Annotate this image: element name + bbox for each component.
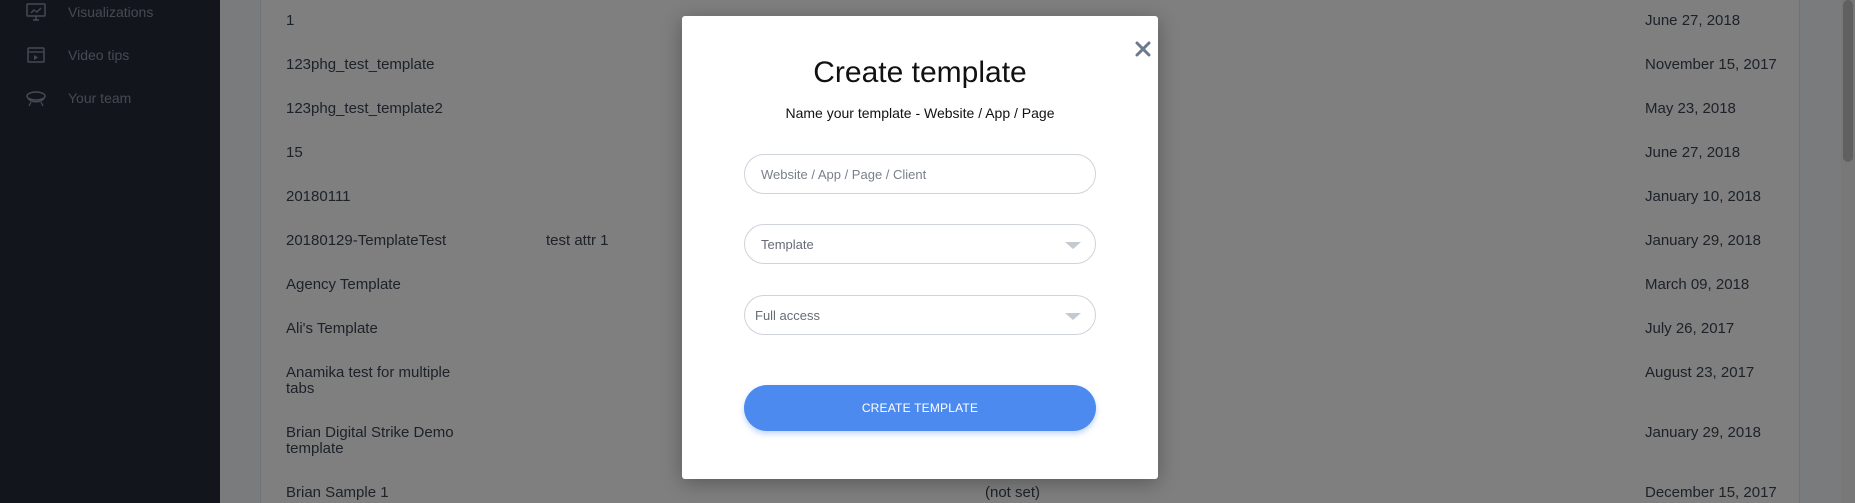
chevron-down-icon	[1063, 238, 1083, 252]
access-select-value: Full access	[755, 307, 821, 323]
modal-title: Create template	[813, 56, 1027, 89]
access-select[interactable]: Full access	[744, 295, 1096, 335]
template-select[interactable]: Template	[744, 224, 1096, 264]
chevron-down-icon	[1063, 309, 1083, 323]
template-name-input[interactable]	[745, 155, 1095, 193]
create-template-modal: Create template Name your template - Web…	[682, 16, 1158, 479]
modal-subtitle: Name your template - Website / App / Pag…	[785, 105, 1055, 121]
template-select-value: Template	[761, 236, 814, 252]
template-name-field[interactable]	[744, 154, 1096, 194]
create-template-button[interactable]: CREATE TEMPLATE	[744, 385, 1096, 431]
